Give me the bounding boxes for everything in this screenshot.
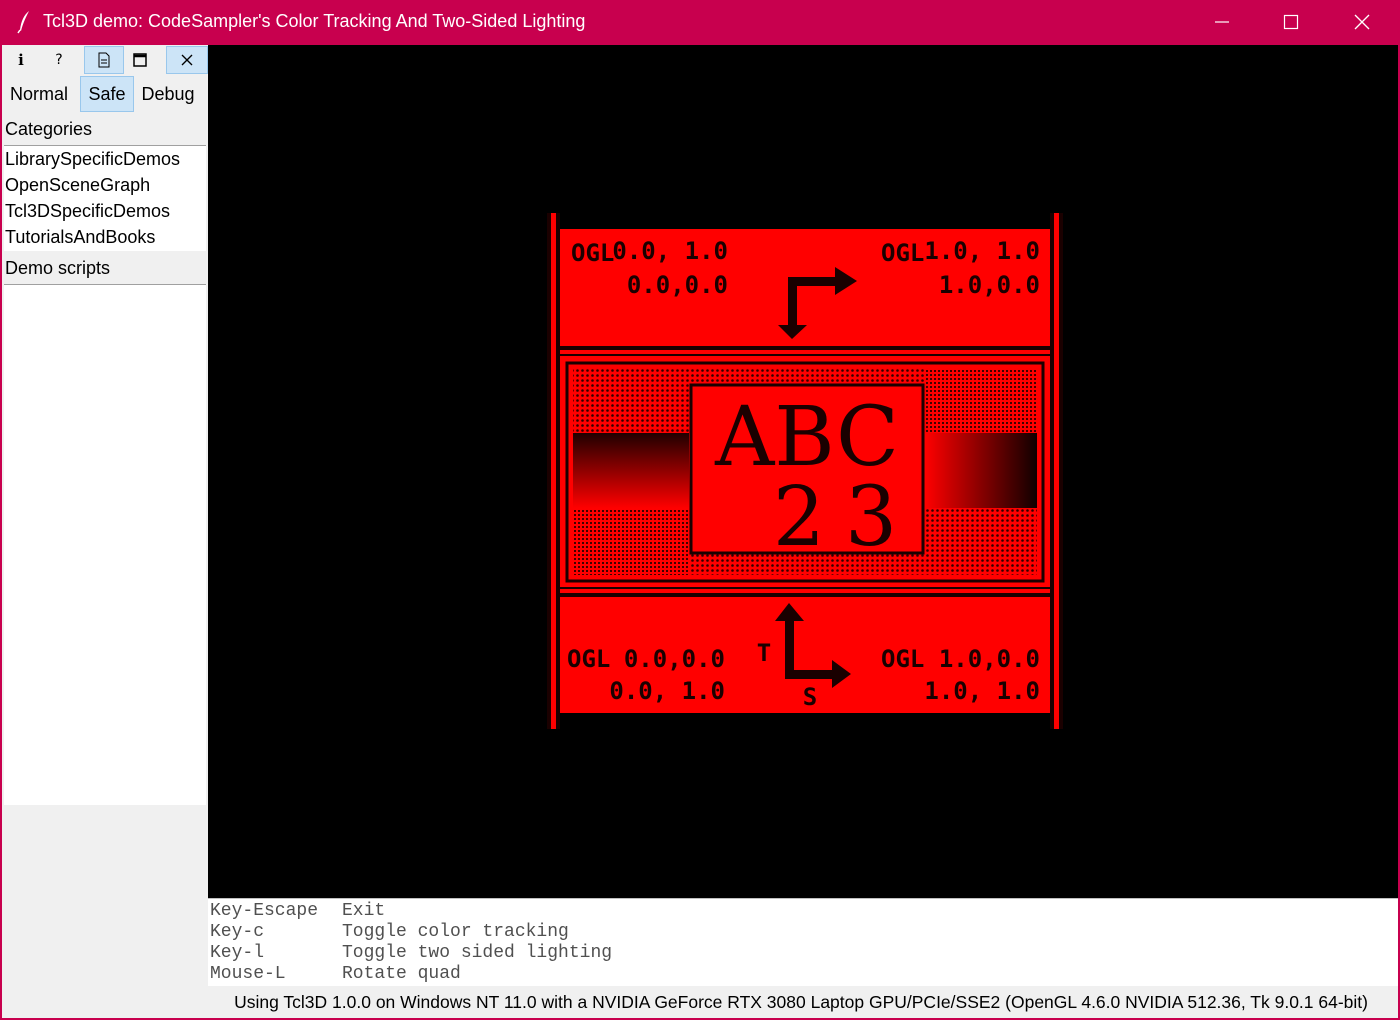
info-icon: i <box>18 51 24 69</box>
maximize-icon <box>1283 14 1299 30</box>
coord-bottom-left-ogl: 0.0,0.0 <box>624 645 725 673</box>
axis-t-label: T <box>757 639 771 667</box>
help-action: Exit <box>342 901 386 921</box>
label-ogl-top-right: OGL <box>881 239 924 267</box>
help-key: Mouse-L <box>210 964 286 984</box>
help-row: Key-l Toggle two sided lighting <box>210 943 1398 964</box>
coord-bottom-right-ogl: 1.0,0.0 <box>939 645 1040 673</box>
help-row: Key-c Toggle color tracking <box>210 922 1398 943</box>
list-item[interactable]: OpenSceneGraph <box>4 172 206 198</box>
coord-top-left-uv: 0.0,0.0 <box>627 271 728 299</box>
coord-top-right-ogl: 1.0, 1.0 <box>924 237 1040 265</box>
title-bar[interactable]: Tcl3D demo: CodeSampler's Color Tracking… <box>0 0 1400 45</box>
help-key: Key-l <box>210 943 265 963</box>
label-ogl-top-left: OGL <box>571 239 614 267</box>
close-icon <box>1354 14 1370 30</box>
help-row: Key-Escape Exit <box>210 901 1398 922</box>
textured-quad[interactable]: ABC 23 OGL 0.0, 1.0 0.0,0.0 OGL 1.0, 1.0… <box>545 213 1065 733</box>
mode-debug-button[interactable]: Debug <box>136 76 200 112</box>
opengl-canvas[interactable]: ABC 23 OGL 0.0, 1.0 0.0,0.0 OGL 1.0, 1.0… <box>208 45 1398 898</box>
document-icon <box>98 52 110 68</box>
close-icon <box>181 54 193 66</box>
status-bar: Using Tcl3D 1.0.0 on Windows NT 11.0 wit… <box>234 992 1368 1012</box>
categories-list[interactable]: LibrarySpecificDemos OpenSceneGraph Tcl3… <box>4 145 206 251</box>
left-panel: i ? Normal Safe Debug Categories Library… <box>2 45 208 1018</box>
close-window-button[interactable] <box>1328 0 1398 45</box>
help-action: Toggle two sided lighting <box>342 943 613 963</box>
help-button[interactable]: ? <box>40 46 78 74</box>
help-text-area: Key-Escape Exit Key-c Toggle color trackin… <box>208 898 1398 986</box>
list-item[interactable]: LibrarySpecificDemos <box>4 146 206 172</box>
categories-label: Categories <box>5 119 93 139</box>
center-text-23: 23 <box>773 470 917 565</box>
help-key: Key-c <box>210 922 265 942</box>
window-title: Tcl3D demo: CodeSampler's Color Tracking… <box>43 11 586 31</box>
coord-bottom-left-uv: 0.0, 1.0 <box>609 677 725 705</box>
label-ogl-bottom-left: OGL <box>567 645 610 673</box>
coord-top-right-uv: 1.0,0.0 <box>939 271 1040 299</box>
mode-normal-button[interactable]: Normal <box>4 76 74 112</box>
info-button[interactable]: i <box>2 46 40 74</box>
window-icon <box>133 53 147 67</box>
list-item[interactable]: Tcl3DSpecificDemos <box>4 198 206 224</box>
label-ogl-bottom-right: OGL <box>881 645 924 673</box>
minimize-button[interactable] <box>1188 0 1258 45</box>
demo-scripts-label: Demo scripts <box>5 258 111 278</box>
help-action: Rotate quad <box>342 964 461 984</box>
list-item[interactable]: TutorialsAndBooks <box>4 224 206 250</box>
coord-bottom-right-uv: 1.0, 1.0 <box>924 677 1040 705</box>
window-button[interactable] <box>120 46 160 74</box>
help-action: Toggle color tracking <box>342 922 569 942</box>
maximize-button[interactable] <box>1257 0 1327 45</box>
help-key: Key-Escape <box>210 901 319 921</box>
demo-scripts-list[interactable] <box>4 284 206 805</box>
app-window: i ? Normal Safe Debug Categories Library… <box>2 45 1398 1018</box>
minimize-icon <box>1215 21 1229 23</box>
feather-icon <box>17 11 29 34</box>
help-row: Mouse-L Rotate quad <box>210 964 1398 985</box>
coord-top-left-ogl: 0.0, 1.0 <box>612 237 728 265</box>
exit-button[interactable] <box>166 46 208 74</box>
mode-safe-button[interactable]: Safe <box>80 76 134 112</box>
axis-s-label: S <box>803 683 817 711</box>
help-icon: ? <box>55 52 63 68</box>
document-button[interactable] <box>84 46 124 74</box>
